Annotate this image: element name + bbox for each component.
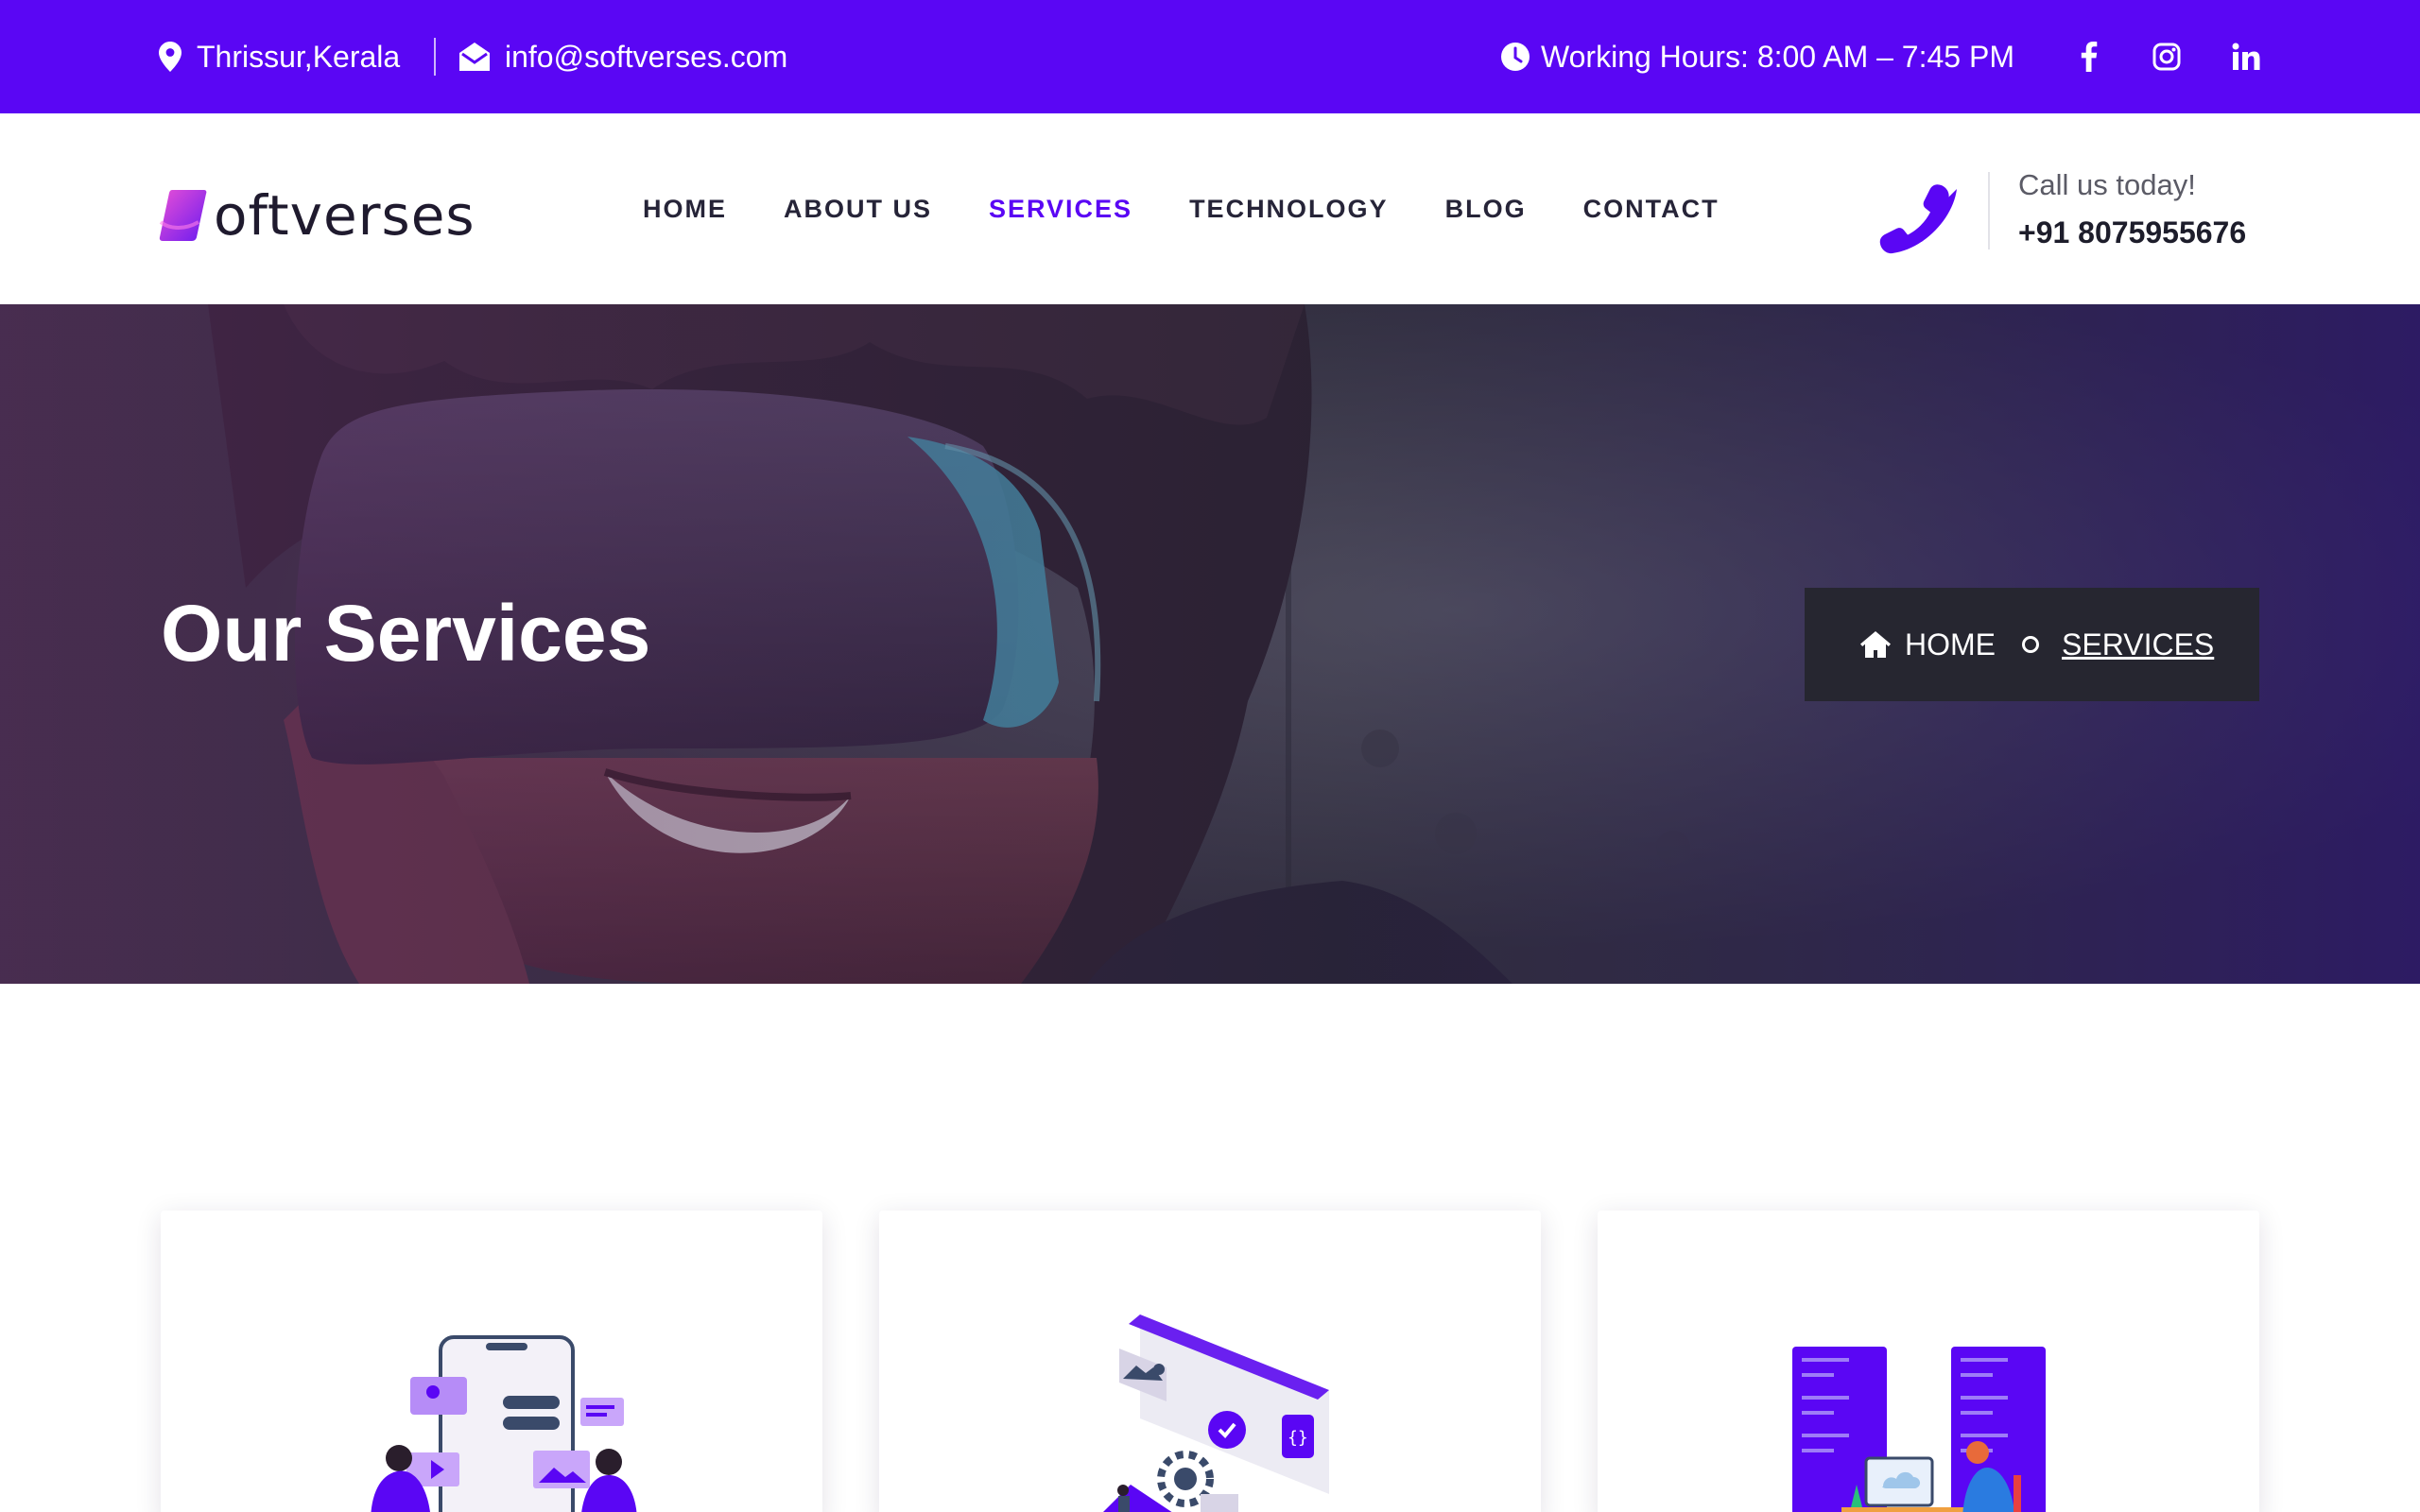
call-us-label: Call us today! bbox=[2018, 168, 2196, 201]
breadcrumb: HOME SERVICES bbox=[1805, 588, 2259, 701]
service-card[interactable] bbox=[161, 1211, 822, 1512]
service-card[interactable] bbox=[1598, 1211, 2259, 1512]
breadcrumb-separator-icon bbox=[2022, 636, 2039, 653]
breadcrumb-home-label[interactable]: HOME bbox=[1905, 627, 1996, 662]
map-pin-icon bbox=[159, 42, 182, 72]
svg-text:{}: {} bbox=[1288, 1428, 1308, 1448]
breadcrumb-home[interactable]: HOME bbox=[1859, 627, 1996, 662]
divider bbox=[1988, 172, 1990, 249]
email-link[interactable]: info@softverses.com bbox=[505, 40, 787, 75]
logo-text: oftverses bbox=[214, 183, 475, 248]
main-header: oftverses HOME ABOUT US SERVICES TECHNOL… bbox=[0, 113, 2420, 304]
page-banner: Our Services HOME SERVICES bbox=[0, 304, 2420, 984]
envelope-open-icon bbox=[459, 43, 490, 71]
breadcrumb-current[interactable]: SERVICES bbox=[2062, 627, 2214, 662]
top-info-bar: Thrissur,Kerala info@softverses.com Work… bbox=[0, 0, 2420, 113]
facebook-icon[interactable] bbox=[2068, 36, 2110, 77]
server-hosting-illustration bbox=[1792, 1347, 2046, 1512]
service-card[interactable]: {} bbox=[879, 1211, 1541, 1512]
mobile-app-illustration bbox=[371, 1335, 637, 1512]
nav-about-us[interactable]: ABOUT US bbox=[784, 195, 932, 224]
phone-icon[interactable] bbox=[1877, 172, 1964, 259]
services-section: {} bbox=[0, 984, 2420, 1512]
divider bbox=[434, 38, 436, 76]
main-navigation: HOME ABOUT US SERVICES TECHNOLOGY BLOG C… bbox=[643, 113, 1776, 304]
working-hours: Working Hours: 8:00 AM – 7:45 PM bbox=[1501, 0, 2014, 113]
web-development-illustration: {} bbox=[1103, 1314, 1329, 1512]
location-text: Thrissur,Kerala bbox=[197, 39, 401, 74]
nav-blog[interactable]: BLOG bbox=[1445, 195, 1527, 224]
home-icon bbox=[1860, 631, 1891, 658]
email-info[interactable]: info@softverses.com bbox=[459, 0, 787, 113]
instagram-icon[interactable] bbox=[2146, 36, 2187, 77]
logo-mark-icon bbox=[159, 190, 207, 241]
nav-technology[interactable]: TECHNOLOGY bbox=[1189, 195, 1389, 224]
page-title: Our Services bbox=[161, 589, 651, 678]
clock-icon bbox=[1501, 43, 1530, 71]
linkedin-icon[interactable] bbox=[2225, 36, 2267, 77]
nav-services[interactable]: SERVICES bbox=[989, 195, 1132, 224]
nav-home[interactable]: HOME bbox=[643, 195, 727, 224]
nav-contact[interactable]: CONTACT bbox=[1583, 195, 1720, 224]
location-info: Thrissur,Kerala bbox=[159, 0, 400, 113]
working-hours-text: Working Hours: 8:00 AM – 7:45 PM bbox=[1541, 39, 2014, 74]
phone-number[interactable]: +91 8075955676 bbox=[2018, 215, 2246, 250]
site-logo[interactable]: oftverses bbox=[159, 176, 475, 255]
